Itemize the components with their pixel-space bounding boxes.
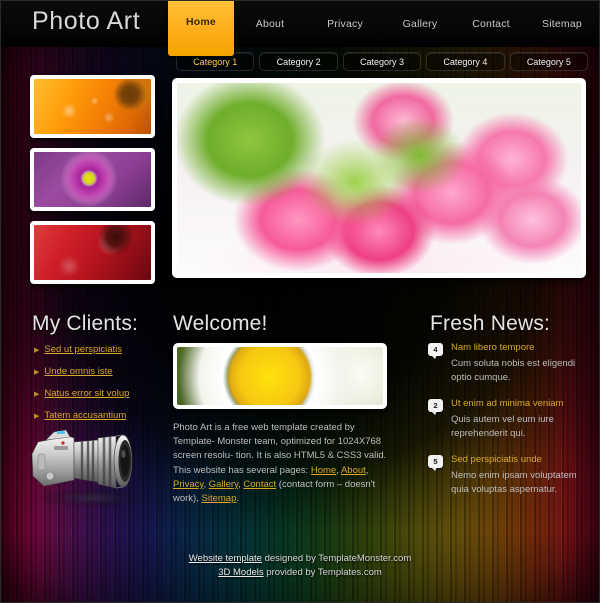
footer-text-1: designed by TemplateMonster.com	[261, 553, 412, 564]
nav-item-privacy[interactable]: Privacy	[306, 0, 384, 47]
site-footer: Website template designed by TemplateMon…	[0, 552, 600, 580]
bullet-arrow-icon: ▶	[34, 391, 40, 398]
nav-item-contact[interactable]: Contact	[456, 0, 526, 47]
news-date-badge: 4	[428, 343, 443, 359]
site-header: Photo Art Home About Privacy Gallery Con…	[0, 0, 600, 56]
page-root: Photo Art Home About Privacy Gallery Con…	[0, 0, 600, 603]
thumbnail-3[interactable]	[30, 221, 155, 284]
inline-link-sitemap[interactable]: Sitemap	[202, 493, 237, 504]
thumbnail-1[interactable]	[30, 75, 155, 138]
welcome-period: .	[236, 493, 239, 505]
news-body: Nam libero tempore Cum soluta nobis est …	[451, 342, 578, 384]
category-tab-bar: Category 1 Category 2 Category 3 Categor…	[176, 52, 589, 71]
orange-gerbera-image	[34, 79, 151, 134]
purple-daisy-image	[34, 152, 151, 207]
footer-link-website-template[interactable]: Website template	[189, 553, 262, 564]
news-title-link[interactable]: Sed perspiciatis unde	[451, 454, 578, 466]
inline-link-gallery[interactable]: Gallery	[209, 479, 238, 490]
client-link-label: Unde omnis iste	[44, 366, 113, 377]
welcome-paragraph: Photo Art is a free web template created…	[173, 421, 395, 506]
client-link-1[interactable]: ▶ Sed ut perspiciatis	[34, 344, 164, 356]
white-daisy-image	[177, 347, 383, 405]
news-date-badge: 2	[428, 399, 443, 415]
news-item-2: 2 Ut enim ad minima veniam Quis autem ve…	[428, 398, 578, 440]
news-date-badge: 5	[428, 455, 443, 471]
client-link-2[interactable]: ▶ Unde omnis iste	[34, 366, 164, 378]
news-list: 4 Nam libero tempore Cum soluta nobis es…	[428, 342, 578, 510]
news-heading: Fresh News:	[430, 312, 551, 335]
inline-link-privacy[interactable]: Privacy	[173, 479, 203, 490]
footer-link-3d-models[interactable]: 3D Models	[218, 567, 263, 578]
thumbnail-2[interactable]	[30, 148, 155, 211]
news-description: Quis autem vel eum iure reprehenderit qu…	[451, 414, 554, 439]
red-flower-image	[34, 225, 151, 280]
clients-heading: My Clients:	[32, 312, 139, 335]
welcome-line-4: several pages:	[246, 464, 311, 476]
category-tab-3[interactable]: Category 3	[342, 52, 422, 71]
nav-item-about[interactable]: About	[234, 0, 306, 47]
nav-item-gallery[interactable]: Gallery	[384, 0, 456, 47]
news-description: Nemo enim ipsam voluptatem quia voluptas…	[451, 470, 577, 495]
category-tab-4[interactable]: Category 4	[426, 52, 505, 71]
nav-item-sitemap[interactable]: Sitemap	[526, 0, 598, 47]
news-description: Cum soluta nobis est eligendi optio cumq…	[451, 358, 576, 383]
bullet-arrow-icon: ▶	[34, 347, 40, 354]
news-title-link[interactable]: Nam libero tempore	[451, 342, 578, 354]
news-item-3: 5 Sed perspiciatis unde Nemo enim ipsam …	[428, 454, 578, 496]
comma-2: ,	[365, 464, 369, 476]
client-link-label: Tatem accusantium	[44, 410, 127, 421]
pink-tulips-image	[177, 83, 581, 273]
clients-link-list: ▶ Sed ut perspiciatis ▶ Unde omnis iste …	[34, 344, 164, 432]
footer-text-2: provided by Templates.com	[263, 567, 382, 578]
category-tab-5[interactable]: Category 5	[509, 52, 589, 71]
welcome-heading: Welcome!	[173, 312, 268, 335]
bullet-arrow-icon: ▶	[34, 369, 40, 376]
inline-link-contact[interactable]: Contact	[243, 479, 276, 490]
news-body: Sed perspiciatis unde Nemo enim ipsam vo…	[451, 454, 578, 496]
news-item-1: 4 Nam libero tempore Cum soluta nobis es…	[428, 342, 578, 384]
camera-illustration	[24, 424, 164, 524]
client-link-label: Natus error sit volup	[44, 388, 130, 399]
main-navigation: Home About Privacy Gallery Contact Sitem…	[168, 0, 598, 56]
category-tab-2[interactable]: Category 2	[259, 52, 338, 71]
footer-line-1: Website template designed by TemplateMon…	[0, 552, 600, 566]
welcome-image-frame[interactable]	[173, 343, 387, 409]
client-link-label: Sed ut perspiciatis	[44, 344, 123, 355]
nav-item-home[interactable]: Home	[168, 0, 234, 56]
client-link-3[interactable]: ▶ Natus error sit volup	[34, 388, 164, 400]
hero-image-frame[interactable]	[172, 78, 586, 278]
dslr-camera-icon	[31, 429, 148, 508]
bullet-arrow-icon: ▶	[34, 413, 40, 420]
news-title-link[interactable]: Ut enim ad minima veniam	[451, 398, 578, 410]
inline-link-about[interactable]: About	[341, 465, 366, 476]
news-body: Ut enim ad minima veniam Quis autem vel …	[451, 398, 578, 440]
inline-link-home[interactable]: Home	[311, 465, 336, 476]
footer-line-2: 3D Models provided by Templates.com	[0, 566, 600, 580]
client-link-4[interactable]: ▶ Tatem accusantium	[34, 410, 164, 422]
site-logo[interactable]: Photo Art	[32, 7, 140, 36]
